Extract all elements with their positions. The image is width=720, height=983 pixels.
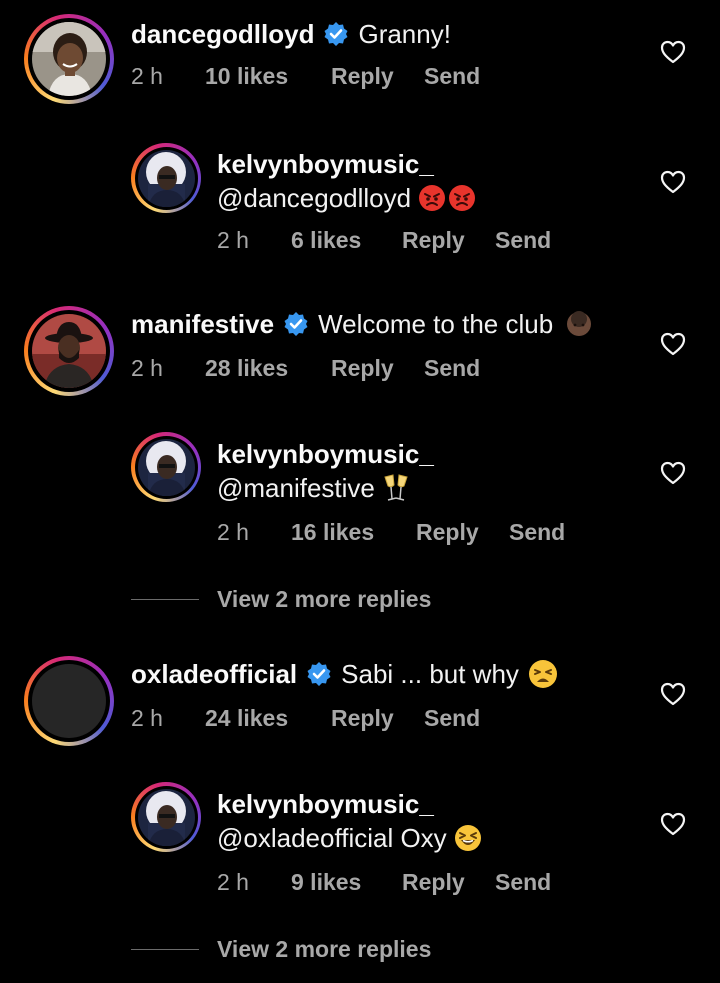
dark-skin-face-emoji [565, 310, 593, 338]
comment-oxladeofficial: oxladeofficial Sabi ... but why 2 h 24 l… [0, 642, 720, 762]
comment-username[interactable]: kelvynboymusic_ [217, 148, 434, 180]
reply-button[interactable]: Reply [416, 518, 479, 546]
comment-text: @oxladeofficial Oxy [217, 823, 447, 853]
comment-time: 2 h [217, 519, 249, 545]
like-heart-icon[interactable] [660, 682, 686, 706]
comment-username[interactable]: kelvynboymusic_ [217, 788, 434, 820]
view-more-replies-label[interactable]: View 2 more replies [217, 936, 431, 963]
send-button[interactable]: Send [424, 354, 480, 382]
reply-kelvynboymusic: kelvynboymusic_ @manifestive 2 h 16 like… [0, 412, 720, 562]
avatar[interactable] [24, 14, 114, 104]
comment-time: 2 h [217, 869, 249, 895]
divider [131, 949, 199, 950]
reply-button[interactable]: Reply [402, 868, 465, 896]
comment-username[interactable]: manifestive [131, 308, 274, 340]
angry-face-emoji [448, 184, 476, 212]
like-heart-icon[interactable] [660, 332, 686, 356]
send-button[interactable]: Send [424, 704, 480, 732]
send-button[interactable]: Send [495, 868, 551, 896]
send-button[interactable]: Send [495, 226, 551, 254]
comment-username[interactable]: dancegodlloyd [131, 18, 314, 50]
verified-badge-icon [283, 311, 309, 337]
like-heart-icon[interactable] [660, 40, 686, 64]
angry-face-emoji [418, 184, 446, 212]
divider [131, 599, 199, 600]
comment-dancegodlloyd: dancegodlloyd Granny! 2 h 10 likes Reply… [0, 0, 720, 120]
avatar[interactable] [131, 432, 201, 502]
reply-button[interactable]: Reply [402, 226, 465, 254]
avatar[interactable] [131, 782, 201, 852]
send-button[interactable]: Send [509, 518, 565, 546]
likes-count[interactable]: 24 likes [205, 704, 288, 732]
comment-time: 2 h [131, 705, 163, 731]
like-heart-icon[interactable] [660, 461, 686, 485]
comment-username[interactable]: oxladeofficial [131, 658, 297, 690]
comment-manifestive: manifestive Welcome to the club 2 h 28 l… [0, 292, 720, 412]
comment-text: Granny! [358, 19, 451, 49]
comment-text: Sabi ... but why [341, 659, 519, 689]
comment-time: 2 h [217, 227, 249, 253]
likes-count[interactable]: 9 likes [291, 868, 361, 896]
view-more-replies-label[interactable]: View 2 more replies [217, 586, 431, 613]
send-button[interactable]: Send [424, 62, 480, 90]
avatar[interactable] [24, 656, 114, 746]
like-heart-icon[interactable] [660, 812, 686, 836]
reply-button[interactable]: Reply [331, 354, 394, 382]
verified-badge-icon [306, 661, 332, 687]
likes-count[interactable]: 10 likes [205, 62, 288, 90]
clinking-glasses-emoji [382, 473, 410, 503]
comment-text: @dancegodlloyd [217, 183, 412, 213]
comment-time: 2 h [131, 355, 163, 381]
like-heart-icon[interactable] [660, 170, 686, 194]
reply-button[interactable]: Reply [331, 62, 394, 90]
likes-count[interactable]: 6 likes [291, 226, 361, 254]
tired-face-emoji [528, 659, 558, 689]
laughing-squint-emoji [454, 824, 482, 852]
reply-kelvynboymusic: kelvynboymusic_ @oxladeofficial Oxy 2 h … [0, 762, 720, 912]
verified-badge-icon [323, 21, 349, 47]
comment-time: 2 h [131, 63, 163, 89]
view-more-replies[interactable]: View 2 more replies [131, 586, 431, 613]
comment-text: Welcome to the club [318, 309, 554, 339]
comment-text: @manifestive [217, 473, 375, 503]
likes-count[interactable]: 28 likes [205, 354, 288, 382]
likes-count[interactable]: 16 likes [291, 518, 374, 546]
avatar[interactable] [131, 143, 201, 213]
reply-kelvynboymusic: kelvynboymusic_ @dancegodlloyd 2 h 6 lik… [0, 120, 720, 270]
avatar[interactable] [24, 306, 114, 396]
comment-username[interactable]: kelvynboymusic_ [217, 438, 434, 470]
view-more-replies[interactable]: View 2 more replies [131, 936, 431, 963]
reply-button[interactable]: Reply [331, 704, 394, 732]
